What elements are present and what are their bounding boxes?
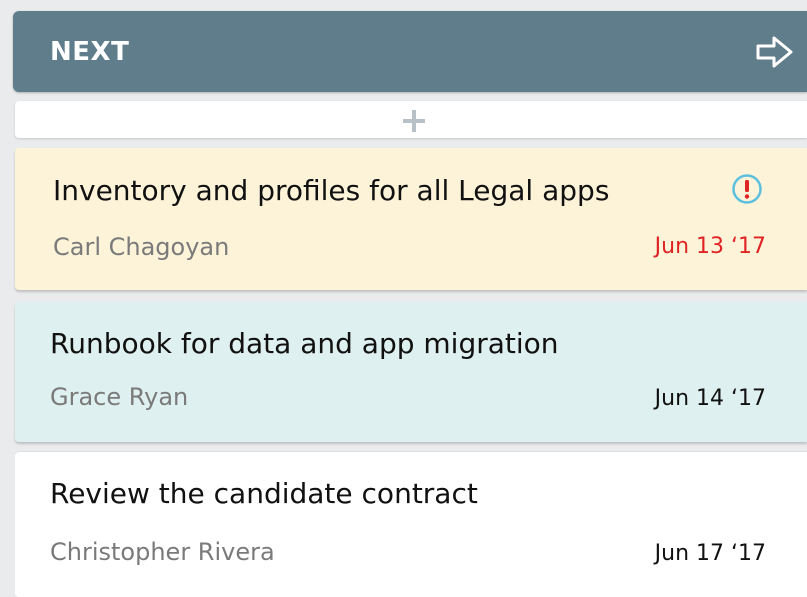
task-due-date: Jun 17 ‘17 xyxy=(654,541,766,566)
task-card[interactable]: Review the candidate contract Christophe… xyxy=(15,452,807,597)
task-due-date: Jun 14 ‘17 xyxy=(654,386,766,411)
task-card[interactable]: Inventory and profiles for all Legal app… xyxy=(15,148,807,290)
task-title: Review the candidate contract xyxy=(50,477,478,510)
task-assignee: Carl Chagoyan xyxy=(53,233,230,261)
task-assignee: Christopher Rivera xyxy=(50,538,275,566)
kanban-column: NEXT Inventory and profiles for all Lega… xyxy=(13,11,807,597)
task-title: Inventory and profiles for all Legal app… xyxy=(53,174,610,207)
alert-icon xyxy=(732,174,762,204)
arrow-right-icon[interactable] xyxy=(755,34,795,70)
task-assignee: Grace Ryan xyxy=(50,383,189,411)
task-title: Runbook for data and app migration xyxy=(50,327,559,360)
column-header: NEXT xyxy=(13,11,807,92)
plus-icon xyxy=(403,110,425,132)
task-card[interactable]: Runbook for data and app migration Grace… xyxy=(15,302,807,442)
column-title: NEXT xyxy=(50,36,130,67)
task-due-date: Jun 13 ‘17 xyxy=(654,234,766,259)
add-card-button[interactable] xyxy=(15,101,807,138)
